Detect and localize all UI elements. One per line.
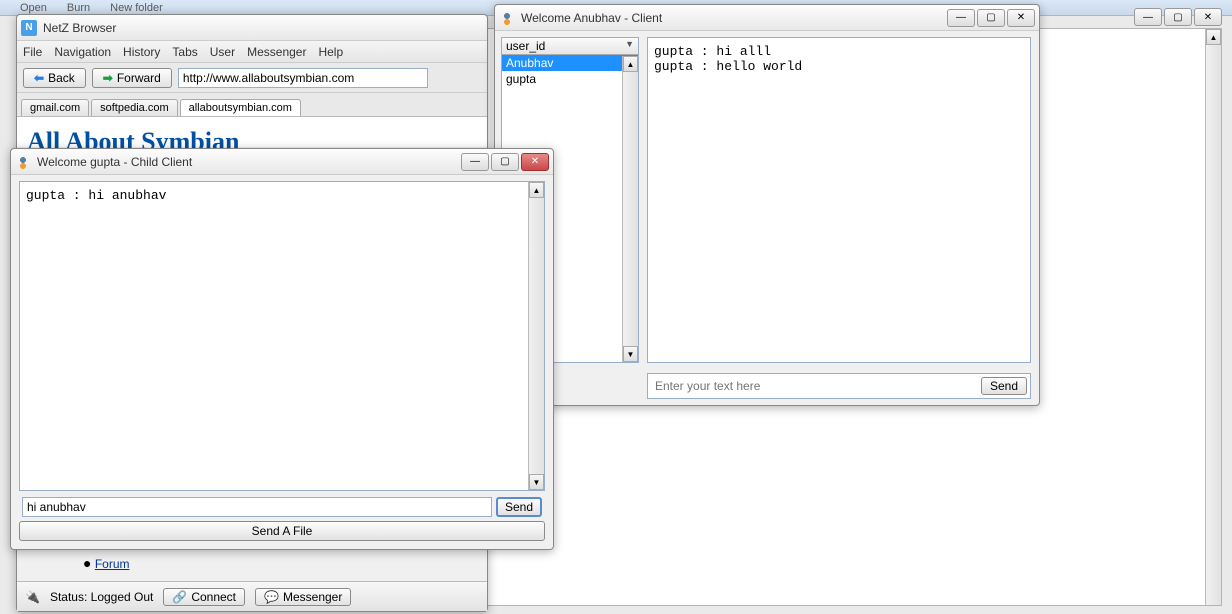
back-label: Back xyxy=(48,71,75,85)
background-scrollbar[interactable]: ▲ xyxy=(1205,29,1221,605)
scroll-down-icon[interactable]: ▼ xyxy=(529,474,544,490)
background-window-buttons: — ▢ ✕ xyxy=(1134,8,1222,26)
menu-help[interactable]: Help xyxy=(318,45,343,59)
connect-button[interactable]: 🔗 Connect xyxy=(163,588,245,606)
gupta-chat-scrollbar[interactable]: ▲ ▼ xyxy=(528,182,544,490)
bg-minimize-button[interactable]: — xyxy=(1134,8,1162,26)
status-text: Status: Logged Out xyxy=(50,590,153,604)
gupta-maximize-button[interactable]: ▢ xyxy=(491,153,519,171)
dropdown-icon[interactable]: ▼ xyxy=(625,39,634,53)
back-button[interactable]: ⬅ Back xyxy=(23,68,86,88)
page-link-area: ● Forum xyxy=(83,555,129,571)
tab-allaboutsymbian[interactable]: allaboutsymbian.com xyxy=(180,99,301,116)
menu-navigation[interactable]: Navigation xyxy=(54,45,111,59)
gupta-client-window: Welcome gupta - Child Client — ▢ ✕ gupta… xyxy=(10,148,554,550)
messenger-button[interactable]: 💬 Messenger xyxy=(255,588,351,606)
scroll-up-icon[interactable]: ▲ xyxy=(1206,29,1221,45)
browser-statusbar: 🔌 Status: Logged Out 🔗 Connect 💬 Messenger xyxy=(17,581,487,611)
arrow-right-icon: ➡ xyxy=(103,71,113,85)
user-list-header[interactable]: user_id ▼ xyxy=(502,38,638,55)
java-icon xyxy=(15,154,31,170)
gupta-titlebar[interactable]: Welcome gupta - Child Client — ▢ ✕ xyxy=(11,149,553,175)
anubhav-input-row: Send xyxy=(647,373,1031,399)
scroll-down-icon[interactable]: ▼ xyxy=(623,346,638,362)
tab-gmail[interactable]: gmail.com xyxy=(21,99,89,116)
gupta-chat-content: gupta : hi anubhav xyxy=(20,182,544,209)
messenger-label: Messenger xyxy=(283,590,342,604)
gupta-send-button[interactable]: Send xyxy=(496,497,542,517)
menu-tabs[interactable]: Tabs xyxy=(172,45,197,59)
anubhav-send-button[interactable]: Send xyxy=(981,377,1027,395)
gupta-message-input[interactable] xyxy=(22,497,492,517)
connect-icon: 🔗 xyxy=(172,590,187,604)
messenger-icon: 💬 xyxy=(264,590,279,604)
gupta-chat-area: gupta : hi anubhav ▲ ▼ xyxy=(19,181,545,491)
user-item-gupta[interactable]: gupta xyxy=(502,71,638,87)
browser-menubar: File Navigation History Tabs User Messen… xyxy=(17,41,487,63)
gupta-input-row: Send xyxy=(19,495,545,519)
browser-tabs: gmail.com softpedia.com allaboutsymbian.… xyxy=(17,93,487,117)
anubhav-message-input[interactable] xyxy=(651,376,977,396)
bg-open[interactable]: Open xyxy=(20,2,47,14)
bg-newfolder[interactable]: New folder xyxy=(110,2,163,14)
forward-label: Forward xyxy=(117,71,161,85)
bg-maximize-button[interactable]: ▢ xyxy=(1164,8,1192,26)
url-input[interactable] xyxy=(178,68,428,88)
anubhav-titlebar[interactable]: Welcome Anubhav - Client — ▢ ✕ xyxy=(495,5,1039,31)
menu-file[interactable]: File xyxy=(23,45,42,59)
browser-titlebar[interactable]: N NetZ Browser xyxy=(17,15,487,41)
menu-user[interactable]: User xyxy=(210,45,235,59)
browser-page: All About Symbian xyxy=(17,117,487,147)
menu-messenger[interactable]: Messenger xyxy=(247,45,306,59)
gupta-minimize-button[interactable]: — xyxy=(461,153,489,171)
user-item-anubhav[interactable]: Anubhav xyxy=(502,55,638,71)
gupta-close-button[interactable]: ✕ xyxy=(521,153,549,171)
browser-toolbar: ⬅ Back ➡ Forward xyxy=(17,63,487,93)
menu-history[interactable]: History xyxy=(123,45,160,59)
anubhav-minimize-button[interactable]: — xyxy=(947,9,975,27)
user-list-scrollbar[interactable]: ▲ ▼ xyxy=(622,56,638,362)
forum-link[interactable]: Forum xyxy=(95,557,130,571)
java-icon xyxy=(499,10,515,26)
anubhav-title: Welcome Anubhav - Client xyxy=(521,11,947,25)
anubhav-maximize-button[interactable]: ▢ xyxy=(977,9,1005,27)
plug-icon: 🔌 xyxy=(25,590,40,604)
anubhav-client-window: Welcome Anubhav - Client — ▢ ✕ user_id ▼… xyxy=(494,4,1040,406)
user-list-header-label: user_id xyxy=(506,39,545,53)
bg-burn[interactable]: Burn xyxy=(67,2,90,14)
anubhav-close-button[interactable]: ✕ xyxy=(1007,9,1035,27)
anubhav-chat-area: gupta : hi alll gupta : hello world xyxy=(647,37,1031,363)
anubhav-chat-content: gupta : hi alll gupta : hello world xyxy=(648,38,1030,80)
bullet-icon: ● xyxy=(83,555,91,571)
browser-title: NetZ Browser xyxy=(43,21,483,35)
gupta-title: Welcome gupta - Child Client xyxy=(37,155,461,169)
connect-label: Connect xyxy=(191,590,236,604)
tab-softpedia[interactable]: softpedia.com xyxy=(91,99,177,116)
send-file-button[interactable]: Send A File xyxy=(19,521,545,541)
bg-close-button[interactable]: ✕ xyxy=(1194,8,1222,26)
scroll-up-icon[interactable]: ▲ xyxy=(623,56,638,72)
netz-app-icon: N xyxy=(21,20,37,36)
scroll-up-icon[interactable]: ▲ xyxy=(529,182,544,198)
arrow-left-icon: ⬅ xyxy=(34,71,44,85)
forward-button[interactable]: ➡ Forward xyxy=(92,68,172,88)
